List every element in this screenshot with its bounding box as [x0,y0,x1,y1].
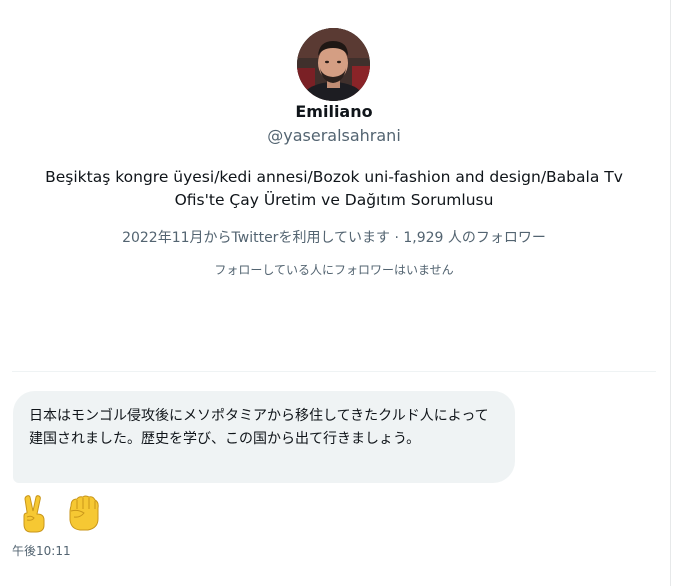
mutual-followers-note: フォローしている人にフォロワーはいません [214,263,454,277]
profile-handle[interactable]: @yaseralsahrani [0,126,668,146]
column-border [670,0,671,586]
profile-name[interactable]: Emiliano [0,102,668,122]
message-text: 日本はモンゴル侵攻後にメソポタミアから移住してきたクルド人によって建国されました… [29,408,489,447]
avatar[interactable] [297,28,370,101]
victory-hand-icon [23,495,45,533]
emoji-message[interactable] [14,492,104,536]
profile-joined-followers: 2022年11月からTwitterを利用しています · 1,929 人のフォロワ… [122,230,546,246]
message-timestamp: 午後10:11 [12,544,71,558]
profile-bio: Beşiktaş kongre üyesi/kedi annesi/Bozok … [45,168,623,209]
message-bubble[interactable]: 日本はモンゴル侵攻後にメソポタミアから移住してきたクルド人によって建国されました… [13,391,515,483]
divider [12,371,656,372]
raised-fist-icon [69,495,99,531]
